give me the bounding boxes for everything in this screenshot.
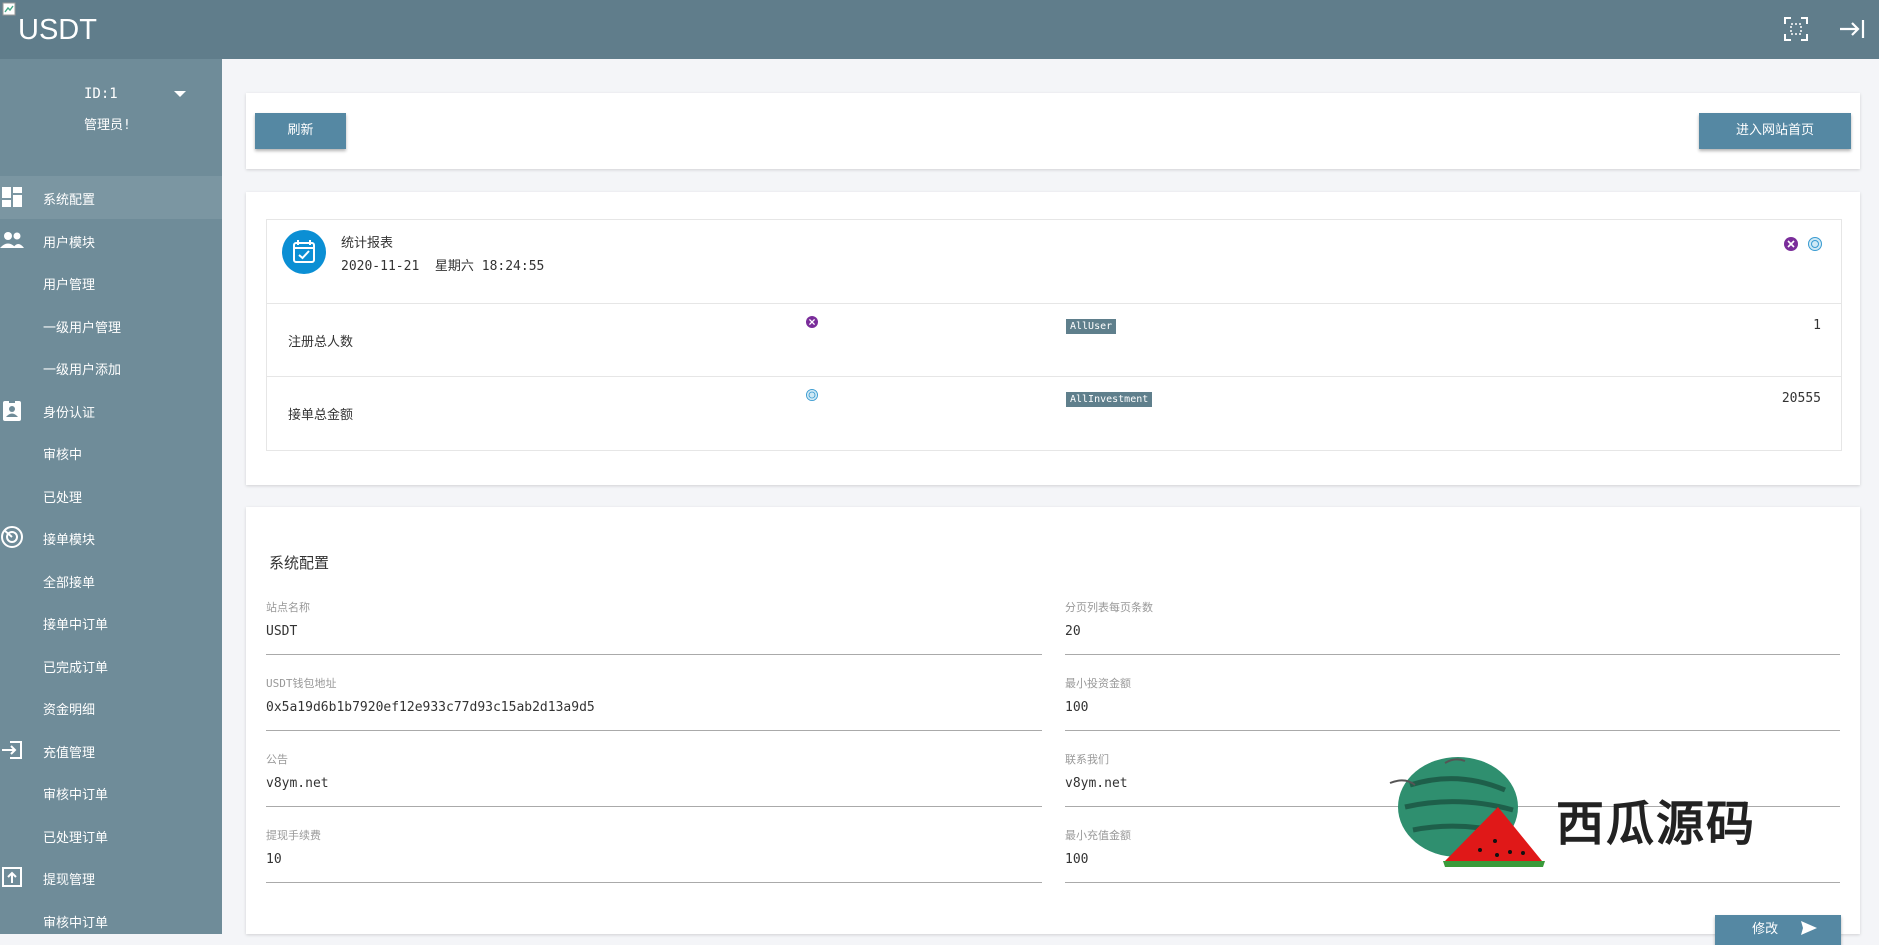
field-label: 最小充值金额 xyxy=(1065,829,1131,842)
sidebar-item[interactable]: 资金明细 xyxy=(0,686,222,729)
field-label: 提现手续费 xyxy=(266,829,321,842)
stat-value: 20555 xyxy=(1781,391,1821,406)
field-underline xyxy=(1065,654,1840,655)
field-underline xyxy=(266,730,1042,731)
field-underline xyxy=(266,654,1042,655)
sidebar-item[interactable]: 审核中订单 xyxy=(0,899,222,935)
site-name-input[interactable]: USDT xyxy=(266,624,297,639)
sidebar-item[interactable]: 一级用户管理 xyxy=(0,304,222,347)
sidebar-item-label: 一级用户添加 xyxy=(43,363,122,378)
wallet-address-input[interactable]: 0x5a19d6b1b7920ef12e933c77d93c15ab2d13a9… xyxy=(266,700,595,715)
people-icon xyxy=(0,228,24,252)
user-dropdown-caret-icon[interactable] xyxy=(174,91,186,97)
submit-label: 修改 xyxy=(1752,922,1779,937)
tools-icon xyxy=(1784,237,1798,251)
logout-icon[interactable] xyxy=(1838,15,1866,43)
field-underline xyxy=(266,882,1042,883)
app-logo[interactable]: USDT xyxy=(18,14,97,47)
fullscreen-icon[interactable] xyxy=(1782,15,1810,43)
stat-label: 接单总金额 xyxy=(288,408,354,423)
stats-title: 统计报表 xyxy=(341,236,394,251)
tools-icon xyxy=(806,316,818,328)
sidebar-item[interactable]: 审核中订单 xyxy=(0,771,222,814)
sidebar-item-label: 审核中 xyxy=(43,448,83,463)
sidebar-item-label: 提现管理 xyxy=(43,873,96,888)
user-id: ID:1 xyxy=(84,86,118,102)
sidebar-item-label: 充值管理 xyxy=(43,745,96,761)
sidebar-item[interactable]: 接单模块 xyxy=(0,516,222,559)
sidebar-item-label: 审核中订单 xyxy=(43,788,109,803)
sidebar-item[interactable]: 提现管理 xyxy=(0,856,222,899)
radar-icon xyxy=(0,525,24,549)
stat-tag: AllUser xyxy=(1066,319,1117,334)
sidebar-item-label: 全部接单 xyxy=(43,575,96,591)
field-underline xyxy=(1065,882,1840,883)
sidebar-item-label: 已处理 xyxy=(43,490,83,506)
contact-input[interactable]: v8ym.net xyxy=(1065,776,1128,791)
sidebar-item[interactable]: 充值管理 xyxy=(0,729,222,772)
row-divider xyxy=(267,303,1841,304)
login-icon xyxy=(0,738,24,762)
id-badge-icon xyxy=(0,398,24,422)
sidebar-item-label: 用户管理 xyxy=(43,278,96,293)
field-label: 最小投资金额 xyxy=(1065,677,1131,690)
stat-label: 注册总人数 xyxy=(288,335,354,350)
field-label: USDT钱包地址 xyxy=(266,677,337,690)
sidebar-item-label: 接单中订单 xyxy=(43,618,109,633)
sidebar-item[interactable]: 系统配置 xyxy=(0,176,222,219)
radar-icon xyxy=(1808,237,1822,251)
min-recharge-input[interactable]: 100 xyxy=(1065,852,1088,867)
sidebar-item[interactable]: 已完成订单 xyxy=(0,644,222,687)
toolbar-card: 刷新 进入网站首页 xyxy=(246,93,1860,169)
stat-tag: AllInvestment xyxy=(1066,392,1153,407)
sidebar-item-label: 资金明细 xyxy=(43,703,96,718)
sidebar-item-label: 接单模块 xyxy=(43,533,96,548)
config-title: 系统配置 xyxy=(269,554,330,572)
field-underline xyxy=(266,806,1042,807)
refresh-button[interactable]: 刷新 xyxy=(255,113,346,149)
sidebar-item-label: 系统配置 xyxy=(43,193,96,208)
sidebar-item-label: 用户模块 xyxy=(43,235,96,251)
go-homepage-button[interactable]: 进入网站首页 xyxy=(1699,113,1851,149)
sidebar-item[interactable]: 身份认证 xyxy=(0,389,222,432)
sidebar-item[interactable]: 审核中 xyxy=(0,431,222,474)
sidebar-item-label: 一级用户管理 xyxy=(43,320,122,336)
field-label: 分页列表每页条数 xyxy=(1065,601,1153,614)
stat-value: 1 xyxy=(1813,318,1821,333)
field-underline xyxy=(1065,730,1840,731)
upload-icon xyxy=(0,865,24,889)
sidebar: ID:1 管理员! 系统配置用户模块用户管理一级用户管理 一级用户添加 身份认证审核… xyxy=(0,59,222,934)
sidebar-item[interactable]: 已处理订单 xyxy=(0,814,222,857)
user-role: 管理员! xyxy=(84,118,131,133)
sidebar-item-label: 已完成订单 xyxy=(43,660,109,676)
watermark-text: 西瓜源码 xyxy=(1556,796,1757,852)
sidebar-item[interactable]: 一级用户添加 xyxy=(0,346,222,389)
announcement-input[interactable]: v8ym.net xyxy=(266,776,329,791)
sidebar-item-label: 已处理订单 xyxy=(43,830,109,846)
field-label: 联系我们 xyxy=(1065,753,1109,766)
stats-datetime: 2020-11-21 星期六 18:24:55 xyxy=(341,259,545,274)
sidebar-item[interactable]: 已处理 xyxy=(0,474,222,517)
sidebar-menu: 系统配置用户模块用户管理一级用户管理 一级用户添加 身份认证审核中已处理接单模块全部… xyxy=(0,176,222,934)
sidebar-item[interactable]: 全部接单 xyxy=(0,559,222,602)
stats-table: 统计报表 2020-11-21 星期六 18:24:55 注册总人数 AllUs… xyxy=(266,219,1842,451)
user-panel: ID:1 管理员! xyxy=(0,59,222,176)
submit-button[interactable]: 修改 xyxy=(1715,915,1841,945)
field-label: 公告 xyxy=(266,753,288,766)
calendar-icon xyxy=(282,230,326,274)
field-label: 站点名称 xyxy=(266,601,310,614)
broken-image-icon xyxy=(2,2,16,16)
top-bar: USDT xyxy=(0,0,1879,59)
min-invest-input[interactable]: 100 xyxy=(1065,700,1088,715)
radar-icon xyxy=(806,389,818,401)
sidebar-item-label: 审核中订单 xyxy=(43,915,109,931)
page-size-input[interactable]: 20 xyxy=(1065,624,1081,639)
sidebar-item-label: 身份认证 xyxy=(43,405,96,421)
row-divider xyxy=(267,376,1841,377)
sidebar-item[interactable]: 用户管理 xyxy=(0,261,222,304)
sidebar-item[interactable]: 接单中订单 xyxy=(0,601,222,644)
sidebar-item[interactable]: 用户模块 xyxy=(0,219,222,262)
dashboard-icon xyxy=(0,185,24,209)
withdraw-fee-input[interactable]: 10 xyxy=(266,852,282,867)
